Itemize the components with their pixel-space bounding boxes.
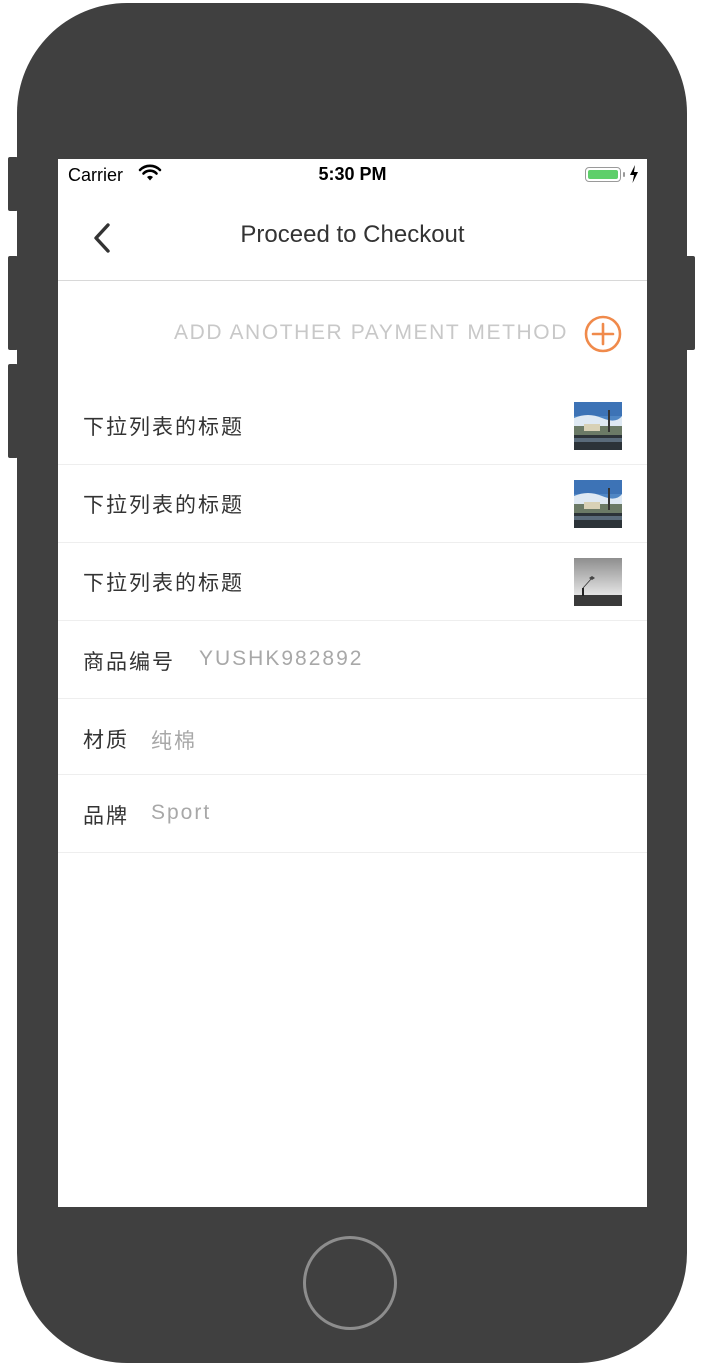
page-title: Proceed to Checkout: [240, 221, 465, 248]
volume-down-button: [8, 364, 18, 458]
sku-value: YUSHK982892: [199, 647, 364, 670]
material-label: 材质: [83, 729, 129, 752]
battery-tip: [623, 172, 625, 177]
plus-circle-icon[interactable]: [583, 314, 623, 354]
product-material-row: 材质 纯棉: [58, 699, 647, 775]
brand-label: 品牌: [83, 805, 129, 828]
home-button[interactable]: [303, 1236, 397, 1330]
dropdown-item[interactable]: 下拉列表的标题: [58, 543, 647, 621]
status-time: 5:30 PM: [318, 164, 387, 184]
brand-value: Sport: [151, 801, 212, 824]
product-sku-row: 商品编号 YUSHK982892: [58, 621, 647, 699]
dropdown-item[interactable]: 下拉列表的标题: [58, 465, 647, 543]
charging-icon: [629, 165, 639, 188]
battery-icon: [585, 167, 621, 182]
power-button: [685, 256, 695, 350]
dropdown-item-title: 下拉列表的标题: [83, 494, 244, 517]
volume-up-button: [8, 256, 18, 350]
add-payment-method-button[interactable]: ADD ANOTHER PAYMENT METHOD: [58, 309, 647, 357]
status-bar: Carrier 5:30 PM: [58, 159, 647, 191]
screen: Carrier 5:30 PM Proceed to Checkout ADD …: [58, 159, 647, 1207]
dropdown-item-title: 下拉列表的标题: [83, 572, 244, 595]
product-brand-row: 品牌 Sport: [58, 775, 647, 853]
mute-switch: [8, 157, 18, 211]
street-photo-thumbnail: [574, 480, 622, 528]
options-list: 下拉列表的标题 下拉列表的标题 下拉列表的标题 商品编号 YUSHK982892…: [58, 387, 647, 853]
dropdown-item-title: 下拉列表的标题: [83, 416, 244, 439]
sku-label: 商品编号: [83, 651, 175, 674]
add-payment-label: ADD ANOTHER PAYMENT METHOD: [174, 321, 568, 344]
navigation-bar: Proceed to Checkout: [58, 191, 647, 281]
grey-sky-photo-thumbnail: [574, 558, 622, 606]
dropdown-item[interactable]: 下拉列表的标题: [58, 387, 647, 465]
material-value: 纯棉: [151, 730, 197, 753]
street-photo-thumbnail: [574, 402, 622, 450]
